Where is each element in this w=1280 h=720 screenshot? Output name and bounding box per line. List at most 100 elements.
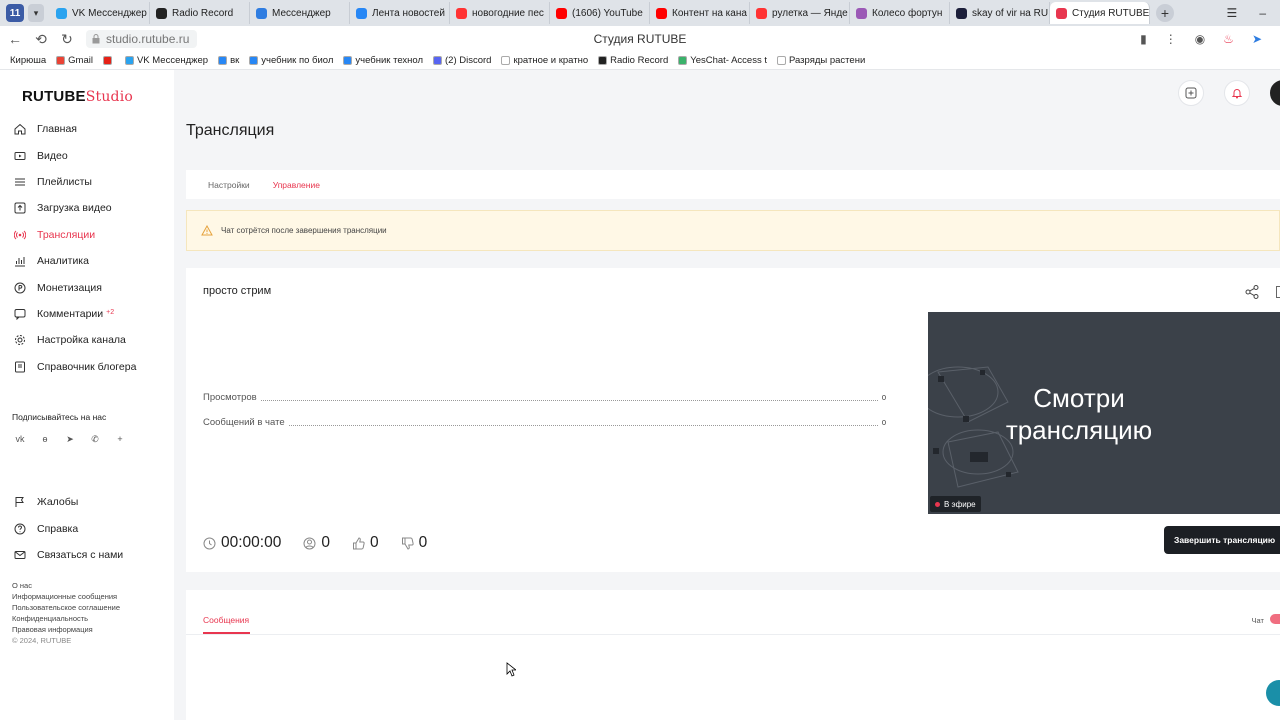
workspace-badge[interactable]: 11: [6, 4, 24, 22]
fullscreen-icon[interactable]: [1276, 286, 1280, 298]
browser-tab[interactable]: (1606) YouTube: [550, 2, 650, 24]
sidebar-item-label: Загрузка видео: [37, 202, 112, 215]
vk-icon[interactable]: vk: [12, 431, 28, 447]
sidebar-item-playlist[interactable]: Плейлисты: [0, 169, 174, 195]
bookmark-item[interactable]: Gmail: [56, 55, 93, 66]
browser-tab[interactable]: Контент на кана: [650, 2, 750, 24]
reload-button[interactable]: ↻: [56, 28, 78, 50]
extension-icon[interactable]: ◉: [1195, 32, 1205, 46]
minimize-button[interactable]: –: [1259, 6, 1266, 20]
sidebar-item-flag[interactable]: Жалобы: [0, 489, 174, 515]
browser-tab[interactable]: новогодние пес: [450, 2, 550, 24]
sidebar-item-mail[interactable]: Связаться с нами: [0, 542, 174, 568]
browser-tab[interactable]: Лента новостей: [350, 2, 450, 24]
home-icon: [14, 123, 26, 135]
end-stream-button[interactable]: Завершить трансляцию: [1164, 526, 1280, 554]
bookmark-favicon-icon: [343, 56, 353, 65]
stat-dots: [288, 420, 878, 426]
bookmark-item[interactable]: YesChat- Access t: [678, 55, 767, 66]
footer-link[interactable]: Конфиденциальность: [12, 613, 120, 624]
bookmark-item[interactable]: вк: [218, 55, 239, 66]
live-label: В эфире: [944, 499, 976, 509]
sidebar-item-upload[interactable]: Загрузка видео: [0, 195, 174, 221]
bookmark-favicon-icon: [433, 56, 443, 65]
viber-icon[interactable]: ✆: [87, 431, 103, 447]
sidebar-item-label: Комментарии: [37, 307, 104, 320]
browser-tabbar: 11 ▾ VK Мессенджер Radio Record Мессенджер…: [0, 0, 1280, 26]
warning-text: Чат сотрётся после завершения трансляции: [221, 226, 387, 235]
likes-value: 0: [369, 534, 379, 551]
tab-messages[interactable]: Сообщения: [203, 615, 249, 625]
extension-fire-icon[interactable]: ♨: [1223, 32, 1234, 46]
browser-tab-label: рулетка — Янде: [772, 7, 848, 19]
tab-management[interactable]: Управление: [273, 180, 320, 190]
bookmark-icon[interactable]: ▮: [1140, 32, 1147, 46]
browser-tab-label: Контент на кана: [672, 7, 747, 19]
sidebar-item-settings[interactable]: Настройка канала: [0, 327, 174, 353]
rutube-studio-logo[interactable]: RUTUBEStudio: [22, 88, 133, 105]
tab-favicon-icon: [456, 7, 467, 19]
address-bar: ← ⟲ ↻ studio.rutube.ru Студия RUTUBE ▮ ⋮…: [0, 26, 1280, 52]
sidebar-item-book[interactable]: Справочник блогера: [0, 354, 174, 380]
browser-tab[interactable]: VK Мессенджер: [50, 2, 150, 24]
browser-tab[interactable]: рулетка — Янде: [750, 2, 850, 24]
tab-settings[interactable]: Настройки: [208, 180, 250, 190]
browser-tab[interactable]: Колесо фортун: [850, 2, 950, 24]
bookmark-item[interactable]: кратное и кратно: [501, 55, 588, 66]
sidebar-item-monetization[interactable]: Монетизация: [0, 274, 174, 300]
sidebar-item-comments[interactable]: Комментарии +2: [0, 301, 174, 327]
bookmark-item[interactable]: [102, 56, 115, 65]
stat-views-value: 0: [881, 393, 886, 402]
bookmark-label: кратное и кратно: [513, 55, 589, 66]
bookmark-label: (2) Discord: [445, 55, 492, 66]
browser-tab[interactable]: Radio Record: [150, 2, 250, 24]
share-icon[interactable]: [1244, 284, 1260, 300]
create-button[interactable]: [1178, 80, 1204, 106]
more-icon[interactable]: ⋮: [1165, 32, 1177, 46]
stat-chat-messages-label: Сообщений в чате: [203, 417, 285, 428]
bookmark-item[interactable]: VK Мессенджер: [124, 55, 208, 66]
tab-list-chevron-icon[interactable]: ▾: [28, 4, 44, 22]
browser-tab[interactable]: Мессенджер: [250, 2, 350, 24]
browser-tab[interactable]: skay of vir на RU: [950, 2, 1050, 24]
plus-icon[interactable]: +: [112, 431, 128, 447]
footer-link[interactable]: Пользовательское соглашение: [12, 602, 120, 613]
history-button[interactable]: ⟲: [30, 28, 52, 50]
back-button[interactable]: ←: [4, 28, 26, 50]
subscribe-title: Подписывайтесь на нас: [12, 412, 107, 422]
send-icon[interactable]: ➤: [1252, 32, 1262, 46]
sidebar-item-video[interactable]: Видео: [0, 142, 174, 168]
telegram-icon[interactable]: ➤: [62, 431, 78, 447]
bookmark-item[interactable]: Radio Record: [598, 55, 668, 66]
bookmark-favicon-icon: [124, 56, 134, 65]
url-field[interactable]: studio.rutube.ru: [86, 30, 198, 48]
ok-icon[interactable]: ɵ: [37, 431, 53, 447]
bookmark-favicon-icon: [249, 56, 259, 65]
notifications-button[interactable]: [1224, 80, 1250, 106]
sidebar-item-home[interactable]: Главная: [0, 116, 174, 142]
sidebar-item-broadcast[interactable]: Трансляции: [0, 222, 174, 248]
avatar[interactable]: [1270, 80, 1280, 106]
upload-icon: [14, 202, 26, 214]
stream-preview[interactable]: Смотри трансляцию В эфире: [928, 312, 1280, 514]
bookmark-favicon-icon: [56, 56, 66, 65]
browser-tab[interactable]: Студия RUTUBE×: [1050, 2, 1150, 24]
bookmark-item[interactable]: Кирюша: [10, 55, 46, 66]
footer-link[interactable]: Информационные сообщения: [12, 591, 120, 602]
sidebar-item-analytics[interactable]: Аналитика: [0, 248, 174, 274]
new-tab-button[interactable]: +: [1156, 4, 1174, 22]
bookmark-item[interactable]: Разряды растени: [776, 55, 865, 66]
thumbs-down-icon: [401, 537, 414, 550]
bookmark-label: Gmail: [68, 55, 93, 66]
bookmark-item[interactable]: учебник по биол: [249, 55, 333, 66]
chat-toggle[interactable]: [1270, 614, 1280, 624]
analytics-icon: [14, 255, 26, 267]
bookmark-favicon-icon: [218, 56, 228, 65]
sidebar-item-help[interactable]: Справка: [0, 515, 174, 541]
footer-link[interactable]: О нас: [12, 580, 120, 591]
bookmark-item[interactable]: (2) Discord: [433, 55, 491, 66]
menu-icon[interactable]: ☰: [1227, 6, 1238, 20]
footer-link[interactable]: Правовая информация: [12, 624, 120, 635]
bookmark-item[interactable]: учебник технол: [343, 55, 423, 66]
close-tab-icon[interactable]: ×: [1149, 7, 1150, 19]
